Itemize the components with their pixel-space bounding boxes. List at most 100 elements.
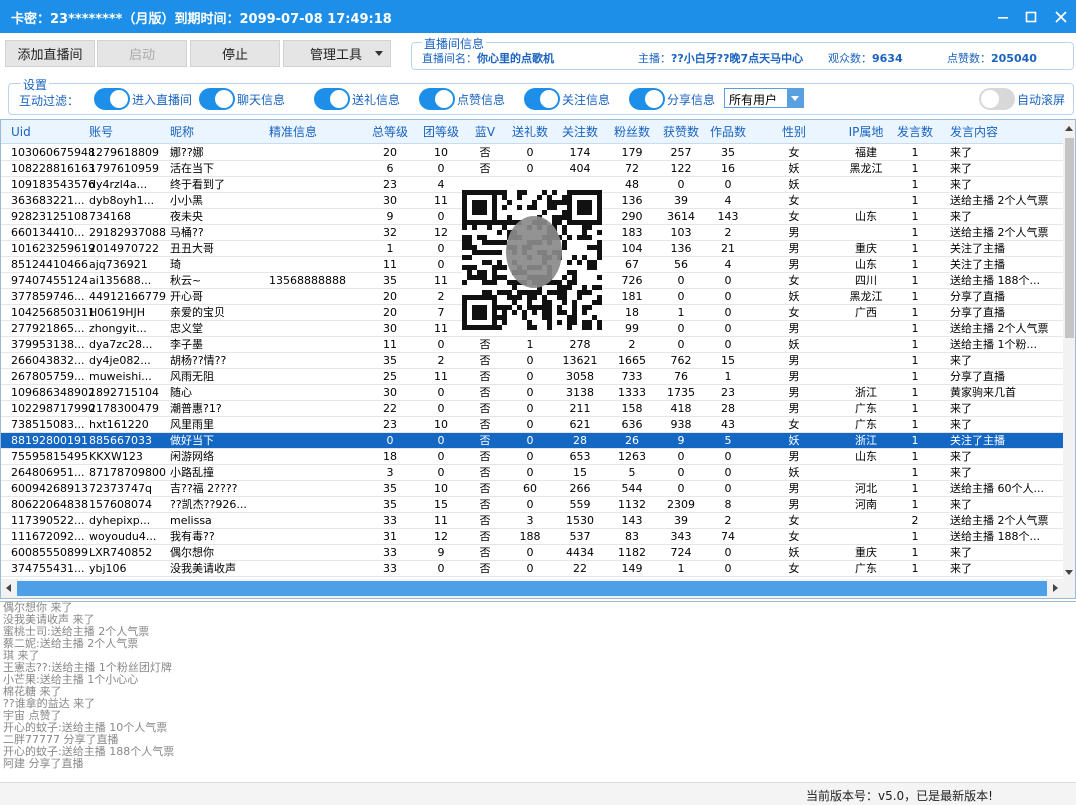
table-row[interactable]: 108228816163 1797610959 活在当下 6 0 否 0 404 72 122 16… [1,161,1063,177]
cell-uid: 111672092... [11,530,85,543]
toggle-switch[interactable] [94,88,130,110]
toggle-switch[interactable] [314,88,350,110]
close-button[interactable] [1044,0,1076,33]
cell-team-level: 0 [437,402,445,415]
table-row[interactable]: 60094268913 72373747q 吉??福 2???? 35 10 否 60 266… [1,481,1063,497]
col-header-ip-region[interactable]: IP属地 [840,120,892,144]
stop-button[interactable]: 停止 [190,40,280,67]
table-row[interactable]: 374755431... ybj106 没我美请收声 33 0 否 0 22 149 1 0 女 广东 1… [1,561,1063,577]
add-room-button[interactable]: 添加直播间 [5,40,95,67]
auto-scroll-switch[interactable] [979,88,1015,110]
cell-nickname: 开心哥 [170,290,203,303]
col-header-follow-count[interactable]: 关注数 [552,120,608,144]
horizontal-scroll-thumb[interactable] [17,581,1047,596]
col-header-blue-v[interactable]: 蓝V [467,120,503,144]
cell-gift-count: 0 [526,450,534,463]
scroll-up-icon[interactable] [1063,122,1075,134]
vertical-scrollbar[interactable] [1063,120,1075,598]
start-button[interactable]: 启动 [97,40,187,67]
cell-fans-count: 99 [625,322,639,335]
toggle-label: 送礼信息 [352,93,401,107]
table-row[interactable]: 738515083... hxt161220 风里雨里 23 10 否 0 621 636 938… [1,417,1063,433]
vertical-scroll-thumb[interactable] [1065,138,1074,338]
cell-gift-count: 0 [526,418,534,431]
cell-blue-v: 否 [479,402,491,415]
cell-ip-region: 广东 [855,418,877,431]
table-row[interactable]: 75595815495 KKXW123 闲游网络 18 0 否 0 653 1263 0 0 男 山东 1… [1,449,1063,465]
toggle-switch[interactable] [524,88,560,110]
cell-ip-region: 广东 [855,562,877,575]
cell-nickname: 娜??娜 [170,146,204,159]
cell-works-count: 0 [724,562,732,575]
cell-uid: 85124410466 [11,258,88,271]
scroll-right-icon[interactable] [1049,582,1061,595]
scroll-left-icon[interactable] [3,582,15,595]
cell-fans-count: 1333 [618,386,646,399]
toggle-switch[interactable] [629,88,665,110]
tools-dropdown[interactable]: 管理工具 [283,40,391,67]
table-row[interactable]: 60085550899 LXR740852 偶尔想你 33 9 否 0 4434 1182 724… [1,545,1063,561]
cell-blue-v: 否 [479,354,491,367]
title-bar: 卡密：23********（月版）到期时间：2099-07-08 17:49:1… [0,0,1076,33]
cell-gift-count: 60 [523,482,537,495]
user-filter-select[interactable]: 所有用户 [724,88,804,108]
col-header-message-content[interactable]: 发言内容 [950,120,1075,144]
likes-label: 点赞数： [947,52,991,65]
cell-nickname: 小小黑 [170,194,203,207]
col-header-message-count[interactable]: 发言数 [894,120,936,144]
cell-message-count: 1 [911,466,919,479]
cell-team-level: 9 [437,546,445,559]
event-log: 偶尔想你 来了 没我美请收声 来了 蜜桃士司:送给主播 2个人气票 蔡二妮:送给主播 … [0,601,1076,781]
cell-blue-v: 否 [479,514,491,527]
table-row[interactable]: 80622064838 157608074 ??凯杰??926... 35 15 否 0 55… [1,497,1063,513]
col-header-gender[interactable]: 性别 [777,120,811,144]
cell-team-level: 10 [434,418,448,431]
cell-blue-v: 否 [479,466,491,479]
table-row[interactable]: 117390522... dyhepixp... melissa 33 11 否 3 1530… [1,513,1063,529]
toggle-switch[interactable] [199,88,235,110]
maximize-button[interactable] [1014,0,1048,33]
filter-label: 互动过滤： [19,94,80,108]
chevron-down-icon[interactable] [787,89,803,107]
cell-gift-count: 1 [526,338,534,351]
col-header-account[interactable]: 账号 [89,120,181,144]
table-row[interactable]: 264806951... 87178709800 小路乱撞 3 0 否 0 15 5 0 0 妖 1 来了 [1,465,1063,481]
col-header-gift-count[interactable]: 送礼数 [504,120,556,144]
cell-message-content: 来了 [950,146,972,159]
table-row[interactable]: 103060675948 1279618809 娜??娜 20 10 否 0 174 179 25… [1,145,1063,161]
table-row[interactable]: 267805759... muweishi... 风雨无阻 25 11 否 0 3058 733… [1,369,1063,385]
cell-gender: 男 [788,402,800,415]
col-header-fans-count[interactable]: 粉丝数 [604,120,660,144]
cell-fans-count: 544 [621,482,643,495]
cell-total-level: 3 [386,466,394,479]
toggle-switch[interactable] [419,88,455,110]
cell-blue-v: 否 [479,498,491,511]
cell-total-level: 30 [383,322,397,335]
cell-gender: 男 [788,482,800,495]
cell-fans-count: 136 [621,194,643,207]
cell-works-count: 0 [724,178,732,191]
horizontal-scrollbar[interactable] [1,579,1063,598]
cell-message-content: 分享了直播 [950,306,1005,319]
cell-uid: 363683221... [11,194,85,207]
scroll-down-icon[interactable] [1063,566,1075,578]
col-header-total-level[interactable]: 总等级 [364,120,416,144]
col-header-uid[interactable]: Uid [11,120,101,144]
anchor-value: ??小白牙??晚7点天马中心 [671,52,804,65]
cell-nickname: 小路乱撞 [170,466,214,479]
table-row[interactable]: 266043832... dy4je082... 胡杨??情?? 35 2 否 0 13621… [1,353,1063,369]
table-row[interactable]: 88192800191 885667033 做好当下 0 0 否 0 28 26 9 5 妖 浙江 1 关注… [1,433,1063,449]
col-header-nickname[interactable]: 昵称 [170,120,280,144]
room-name-value: 你心里的点歌机 [477,52,554,65]
table-row[interactable]: 109686348902 1892715104 随心 30 0 否 0 3138 1333 173… [1,385,1063,401]
table-row[interactable]: 102298717990 2178300479 潮普惠?1? 22 0 否 0 211 158 4… [1,401,1063,417]
cell-works-count: 2 [724,226,732,239]
cell-message-count: 1 [911,546,919,559]
cell-total-level: 32 [383,226,397,239]
col-header-works-count[interactable]: 作品数 [702,120,754,144]
table-row[interactable]: 111672092... woyoudu4... 我有毒?? 31 12 否 188 537 8… [1,529,1063,545]
table-row[interactable]: 379953138... dya7zc28... 李子墨 11 0 否 1 278 2 0 0 妖 1 送… [1,337,1063,353]
cell-message-content: 来了 [950,498,972,511]
col-header-team-level[interactable]: 团等级 [415,120,467,144]
col-header-likes-count[interactable]: 获赞数 [653,120,709,144]
